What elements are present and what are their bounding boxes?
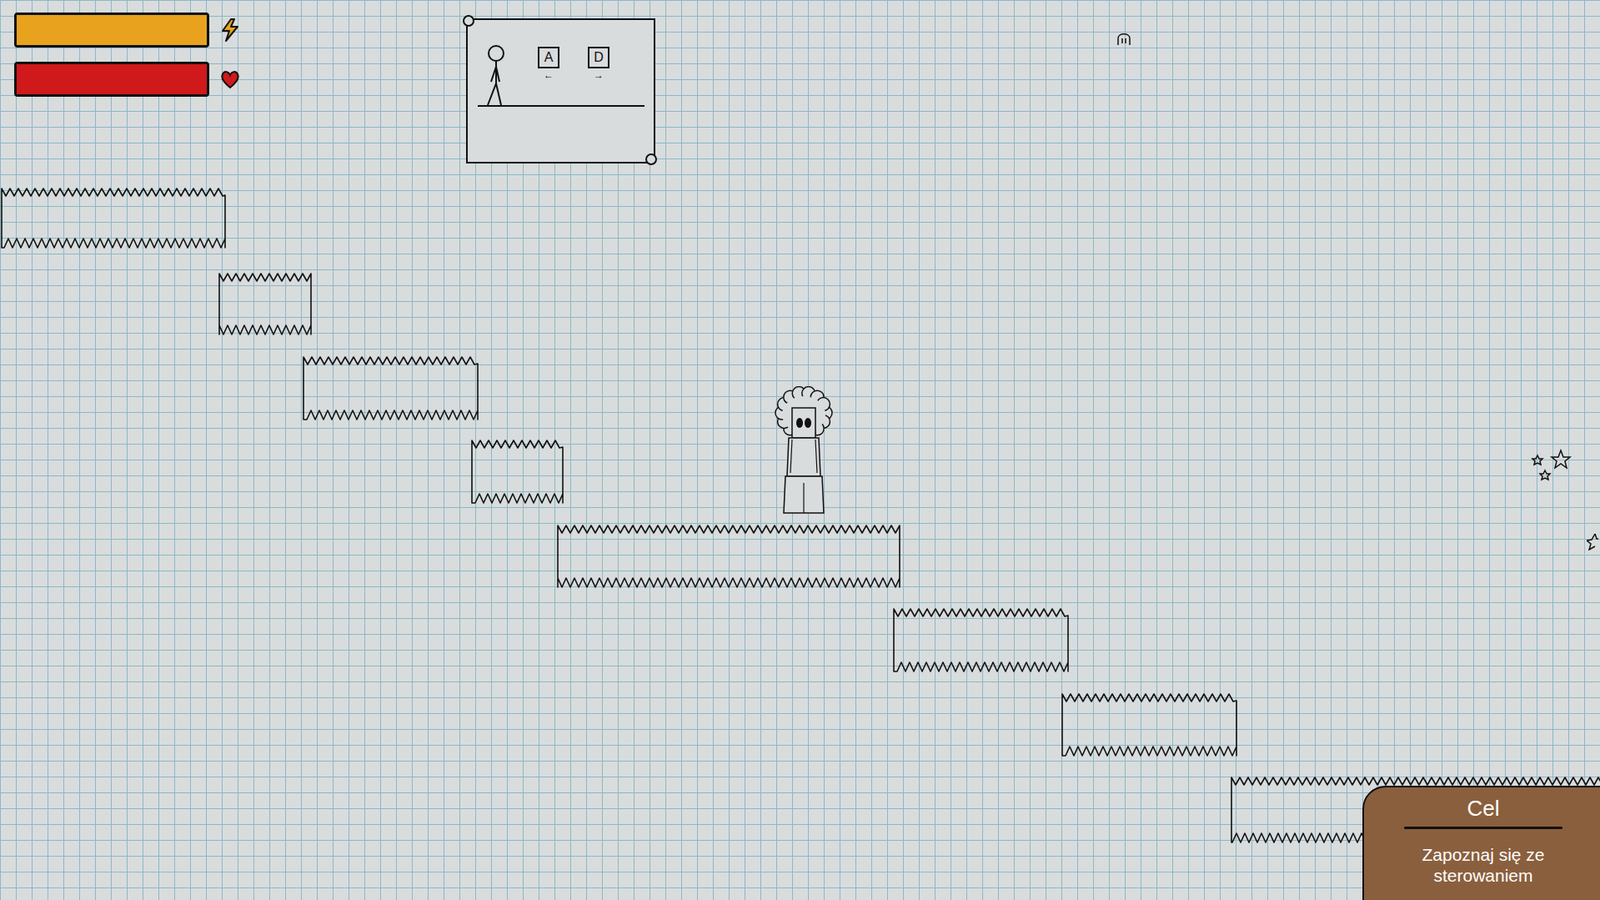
key-hint: D→ bbox=[587, 46, 610, 81]
grass-platform bbox=[1060, 692, 1239, 758]
bar-track bbox=[14, 61, 210, 97]
tutorial-sign: A← D→ bbox=[466, 18, 656, 164]
divider bbox=[1404, 826, 1563, 829]
player-character bbox=[773, 386, 834, 517]
health-bar bbox=[14, 61, 241, 97]
bar-fill bbox=[16, 64, 207, 95]
pin-icon bbox=[645, 153, 658, 166]
key-cap: A bbox=[537, 46, 560, 69]
objective-title: Cel bbox=[1466, 795, 1500, 822]
grass-platform bbox=[0, 186, 227, 251]
stars-icon bbox=[1530, 448, 1573, 482]
objective-text: Zapoznaj się ze sterowaniem bbox=[1374, 843, 1593, 886]
grass-platform bbox=[217, 271, 313, 337]
mark-icon bbox=[1115, 31, 1133, 47]
lightning-icon bbox=[219, 17, 241, 43]
heart-icon bbox=[219, 68, 241, 91]
key-cap: D bbox=[587, 46, 610, 69]
objective-panel: Cel Zapoznaj się ze sterowaniem bbox=[1362, 785, 1600, 900]
grass-platform bbox=[892, 606, 1070, 674]
star-icon bbox=[1586, 531, 1599, 551]
arrow: ← bbox=[543, 70, 554, 81]
grass-platform bbox=[470, 438, 565, 506]
arrow: → bbox=[593, 70, 604, 81]
game-screen: A← D→ Cel Zapoznaj się ze sterowaniem bbox=[0, 0, 1600, 900]
pin-icon bbox=[462, 15, 475, 27]
grass-platform bbox=[301, 355, 480, 422]
ground-line bbox=[477, 105, 645, 107]
key-hint: A← bbox=[537, 46, 560, 81]
grass-platform bbox=[556, 523, 902, 590]
stick-figure-icon bbox=[477, 45, 515, 109]
hud bbox=[14, 12, 241, 97]
bar-track bbox=[14, 12, 210, 48]
bar-fill bbox=[16, 15, 207, 46]
energy-bar bbox=[14, 12, 241, 48]
